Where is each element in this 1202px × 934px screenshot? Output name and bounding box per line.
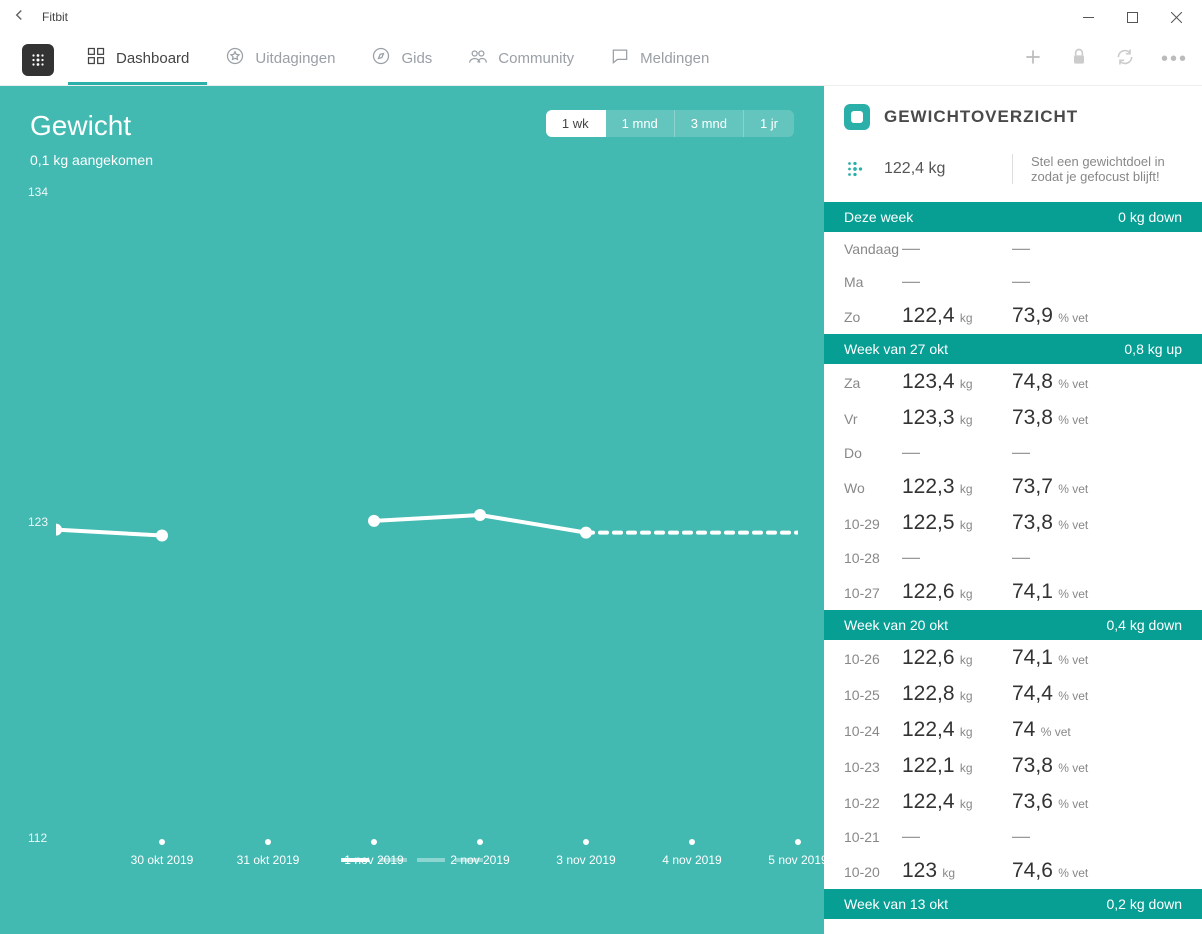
goal-hint[interactable]: Stel een gewichtdoel in zodat je gefocus… [1012, 154, 1182, 184]
window-controls [1066, 0, 1198, 34]
chart-subtitle: 0,1 kg aangekomen [0, 148, 824, 168]
chart-area: 134 123 112 30 okt 201931 okt 20191 nov … [0, 178, 824, 868]
app-logo[interactable] [22, 44, 54, 76]
current-weight: 122,4 kg [884, 160, 945, 178]
weight-row[interactable]: Ma—— [824, 265, 1202, 298]
nav-label: Community [498, 50, 574, 67]
people-icon [468, 46, 488, 70]
weight-row[interactable]: 10-26122,6 kg74,1 % vet [824, 640, 1202, 676]
y-tick: 134 [28, 185, 48, 199]
weight-row[interactable]: 10-23122,1 kg73,8 % vet [824, 748, 1202, 784]
weight-row[interactable]: 10-29122,5 kg73,8 % vet [824, 505, 1202, 541]
weight-chart-pane: Gewicht 1 wk1 mnd3 mnd1 jr 0,1 kg aangek… [0, 86, 824, 934]
window-maximize[interactable] [1110, 0, 1154, 34]
app-name: Fitbit [42, 10, 68, 24]
x-tick-label: 30 okt 2019 [131, 853, 194, 867]
lock-icon[interactable] [1069, 47, 1089, 72]
nav-uitdagingen[interactable]: Uitdagingen [207, 34, 353, 85]
weight-row[interactable]: 10-22122,4 kg73,6 % vet [824, 784, 1202, 820]
nav-label: Gids [401, 50, 432, 67]
x-tick-label: 4 nov 2019 [662, 853, 721, 867]
week-header: Deze week0 kg down [824, 202, 1202, 232]
nav-label: Meldingen [640, 50, 709, 67]
time-range-segment: 1 wk1 mnd3 mnd1 jr [546, 110, 794, 137]
weight-overview-pane: GEWICHTOVERZICHT 122,4 kg Stel een gewic… [824, 86, 1202, 934]
fitbit-glyph-icon [844, 158, 866, 180]
more-icon[interactable]: ••• [1161, 48, 1188, 71]
range-1mnd[interactable]: 1 mnd [606, 110, 675, 137]
x-tick-label: 31 okt 2019 [237, 853, 300, 867]
weight-row[interactable]: Zo122,4 kg73,9 % vet [824, 298, 1202, 334]
window-titlebar: Fitbit [0, 0, 1202, 34]
main-nav: Dashboard Uitdagingen Gids Community Melding… [0, 34, 1202, 86]
range-1wk[interactable]: 1 wk [546, 110, 606, 137]
add-icon[interactable] [1023, 47, 1043, 72]
compass-icon [371, 46, 391, 70]
range-3mnd[interactable]: 3 mnd [675, 110, 744, 137]
weight-row[interactable]: 10-24122,4 kg74 % vet [824, 712, 1202, 748]
weight-row[interactable]: Wo122,3 kg73,7 % vet [824, 469, 1202, 505]
week-header: Week van 20 okt0,4 kg down [824, 610, 1202, 640]
nav-meldingen[interactable]: Meldingen [592, 34, 727, 85]
x-axis: 30 okt 201931 okt 20191 nov 20192 nov 20… [56, 839, 798, 840]
chart-pager[interactable] [341, 858, 483, 862]
week-header: Week van 13 okt0,2 kg down [824, 889, 1202, 919]
line-chart [56, 178, 798, 868]
weight-row[interactable]: Vandaag—— [824, 232, 1202, 265]
y-tick: 123 [28, 515, 48, 529]
grid-icon [86, 46, 106, 70]
chart-title: Gewicht [30, 110, 131, 142]
sync-icon[interactable] [1115, 47, 1135, 72]
nav-community[interactable]: Community [450, 34, 592, 85]
x-tick-label: 5 nov 2019 [768, 853, 827, 867]
weight-row[interactable]: 10-20123 kg74,6 % vet [824, 853, 1202, 889]
weight-row[interactable]: 10-25122,8 kg74,4 % vet [824, 676, 1202, 712]
chat-icon [610, 46, 630, 70]
window-close[interactable] [1154, 0, 1198, 34]
window-minimize[interactable] [1066, 0, 1110, 34]
nav-gids[interactable]: Gids [353, 34, 450, 85]
y-tick: 112 [28, 831, 47, 845]
x-tick-label: 3 nov 2019 [556, 853, 615, 867]
weight-row[interactable]: 10-21—— [824, 820, 1202, 853]
weight-row[interactable]: 10-27122,6 kg74,1 % vet [824, 574, 1202, 610]
weight-row[interactable]: Do—— [824, 436, 1202, 469]
week-header: Week van 27 okt0,8 kg up [824, 334, 1202, 364]
weight-row[interactable]: Za123,4 kg74,8 % vet [824, 364, 1202, 400]
nav-label: Dashboard [116, 50, 189, 67]
back-icon[interactable] [10, 6, 28, 29]
weight-row[interactable]: Vr123,3 kg73,8 % vet [824, 400, 1202, 436]
nav-dashboard[interactable]: Dashboard [68, 34, 207, 85]
weight-row[interactable]: 10-28—— [824, 541, 1202, 574]
scale-icon [844, 104, 870, 130]
range-1jr[interactable]: 1 jr [744, 110, 794, 137]
star-icon [225, 46, 245, 70]
overview-heading: GEWICHTOVERZICHT [884, 107, 1078, 127]
nav-label: Uitdagingen [255, 50, 335, 67]
